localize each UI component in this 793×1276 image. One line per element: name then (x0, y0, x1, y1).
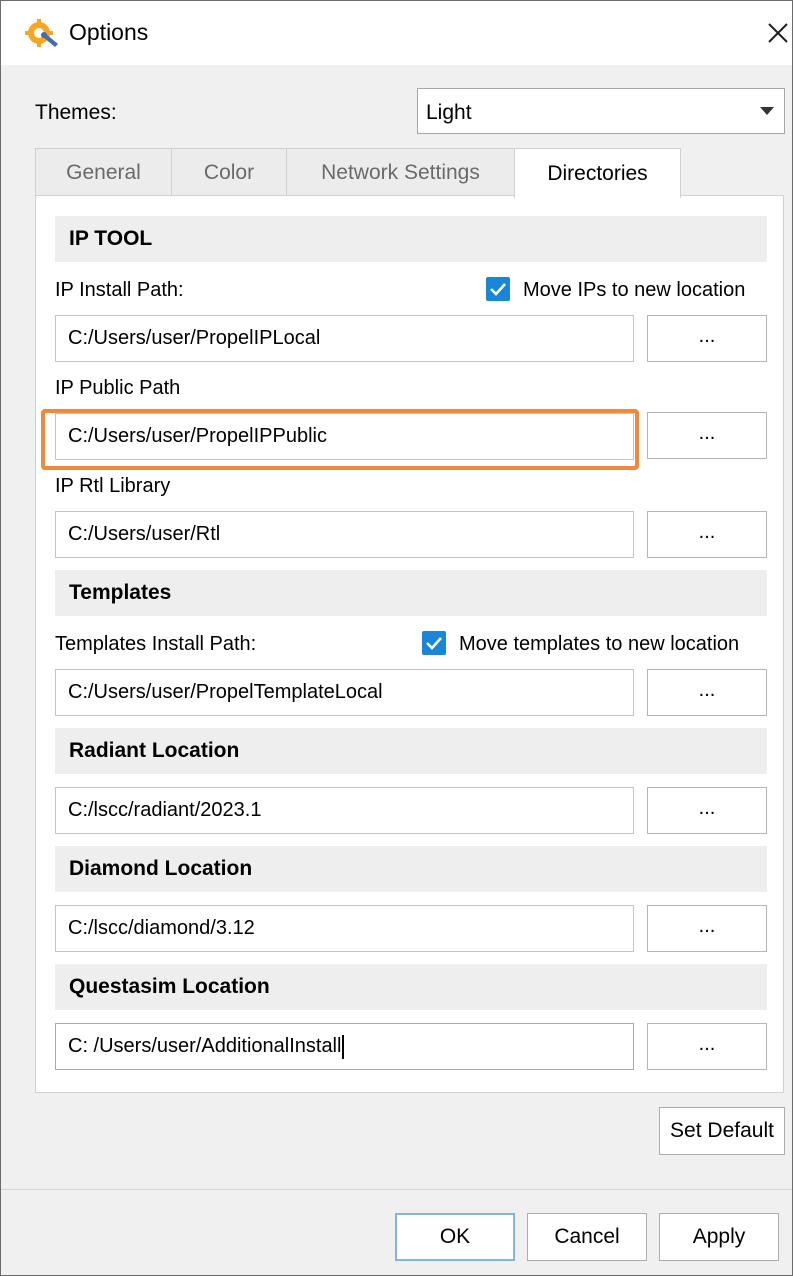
radiant-location-field[interactable]: C:/lscc/radiant/2023.1 (55, 787, 634, 834)
tab-label: Directories (547, 161, 648, 185)
set-default-button[interactable]: Set Default (659, 1107, 785, 1155)
tab-label: Network Settings (321, 160, 480, 184)
move-ips-label: Move IPs to new location (523, 279, 746, 301)
checkmark-icon (426, 637, 442, 650)
diamond-location-browse-button[interactable]: ... (647, 905, 767, 952)
ok-button[interactable]: OK (395, 1213, 515, 1261)
tab-directories[interactable]: Directories (514, 148, 681, 198)
ip-public-path-browse-button[interactable]: ... (647, 412, 767, 459)
cancel-button[interactable]: Cancel (527, 1213, 647, 1261)
move-templates-label: Move templates to new location (459, 633, 740, 655)
footer-divider (1, 1189, 792, 1190)
questasim-location-browse-button[interactable]: ... (647, 1023, 767, 1070)
templates-section-header: Templates (55, 570, 767, 616)
options-dialog: Options Themes: Light General Color Netw… (0, 0, 793, 1276)
templates-install-path-label: Templates Install Path: (55, 633, 257, 655)
ip-install-path-browse-button[interactable]: ... (647, 315, 767, 362)
diamond-location-field[interactable]: C:/lscc/diamond/3.12 (55, 905, 634, 952)
diamond-section-header: Diamond Location (55, 846, 767, 892)
tab-general[interactable]: General (35, 148, 172, 196)
questasim-section-header: Questasim Location (55, 964, 767, 1010)
tab-label: Color (203, 160, 255, 184)
chevron-down-icon (760, 107, 774, 115)
title-bar: Options (1, 1, 792, 65)
tab-network-settings[interactable]: Network Settings (286, 148, 515, 196)
radiant-section-header: Radiant Location (55, 728, 767, 774)
tab-label: General (66, 160, 141, 184)
themes-selected-value: Light (426, 101, 472, 124)
apply-button[interactable]: Apply (659, 1213, 779, 1261)
move-ips-checkbox[interactable] (486, 277, 510, 301)
questasim-location-field[interactable]: C: /Users/user/AdditionalInstall (55, 1023, 634, 1070)
templates-install-path-browse-button[interactable]: ... (647, 669, 767, 716)
questasim-location-value: C: /Users/user/AdditionalInstall (68, 1035, 342, 1057)
ip-rtl-library-browse-button[interactable]: ... (647, 511, 767, 558)
ip-rtl-library-label: IP Rtl Library (55, 475, 171, 497)
ip-install-path-label: IP Install Path: (55, 279, 184, 301)
gear-wrench-icon (25, 17, 59, 49)
checkmark-icon (490, 283, 506, 296)
ip-tool-section-header: IP TOOL (55, 216, 767, 262)
tab-color[interactable]: Color (171, 148, 287, 196)
window-title: Options (69, 19, 149, 45)
text-cursor (342, 1034, 345, 1059)
close-icon (768, 23, 788, 43)
ip-public-path-label: IP Public Path (55, 377, 181, 399)
radiant-location-browse-button[interactable]: ... (647, 787, 767, 834)
highlight-annotation (41, 409, 639, 470)
close-button[interactable] (759, 15, 793, 51)
ip-install-path-field[interactable]: C:/Users/user/PropelIPLocal (55, 315, 634, 362)
templates-install-path-field[interactable]: C:/Users/user/PropelTemplateLocal (55, 669, 634, 716)
themes-dropdown[interactable]: Light (417, 88, 785, 134)
move-templates-checkbox[interactable] (422, 631, 446, 655)
ip-rtl-library-field[interactable]: C:/Users/user/Rtl (55, 511, 634, 558)
themes-label: Themes: (35, 101, 117, 124)
